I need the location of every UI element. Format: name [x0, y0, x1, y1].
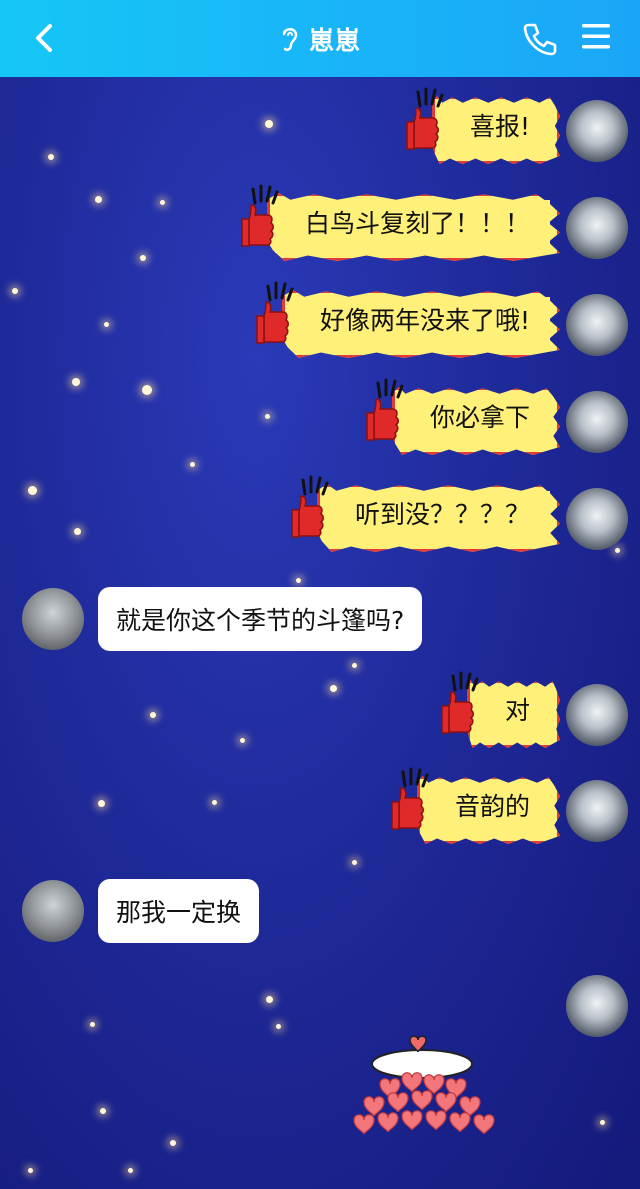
text-message[interactable]: 那我一定换: [98, 879, 260, 943]
avatar[interactable]: [566, 197, 628, 259]
message-row: 好像两年没来了哦!: [254, 281, 628, 364]
sticker-message[interactable]: 白鸟斗复刻了！！！: [239, 184, 560, 267]
message-row: 喜报!: [404, 87, 628, 170]
message-row: 听到没？？？？: [289, 475, 628, 558]
sticker-message[interactable]: 你必拿下: [364, 378, 560, 461]
thumbs-up-icon: [366, 398, 399, 441]
chat-title: 崽崽: [308, 25, 361, 55]
menu-icon[interactable]: [576, 16, 616, 56]
avatar[interactable]: [566, 780, 628, 842]
avatar[interactable]: [566, 488, 628, 550]
thumbs-up-icon: [406, 107, 439, 150]
message-row: 白鸟斗复刻了！！！: [239, 184, 628, 267]
chat-header: 崽崽: [0, 0, 640, 77]
thumbs-up-icon: [391, 787, 424, 830]
thumbs-up-icon: [291, 495, 324, 538]
avatar[interactable]: [566, 684, 628, 746]
message-row: 对: [439, 671, 628, 754]
sticker-text: 好像两年没来了哦!: [319, 306, 530, 335]
avatar[interactable]: [566, 100, 628, 162]
avatar[interactable]: [566, 294, 628, 356]
sticker-text: 白鸟斗复刻了！！！: [304, 209, 530, 238]
message-row: 你必拿下: [364, 378, 628, 461]
avatar[interactable]: [22, 588, 84, 650]
sticker-text: 听到没？？？？: [354, 500, 530, 529]
text-message[interactable]: 就是你这个季节的斗篷吗?: [98, 587, 423, 651]
phone-icon[interactable]: [520, 18, 560, 58]
sticker-message[interactable]: 好像两年没来了哦!: [254, 281, 560, 364]
thumbs-up-icon: [256, 301, 289, 344]
message-row: [566, 975, 628, 1037]
message-row: 那我一定换: [22, 879, 260, 943]
sticker-message[interactable]: 喜报!: [404, 87, 560, 170]
sticker-message[interactable]: 音韵的: [389, 767, 560, 850]
avatar[interactable]: [22, 880, 84, 942]
message-row: 就是你这个季节的斗篷吗?: [22, 587, 423, 651]
thumbs-up-icon: [441, 691, 474, 734]
thumbs-up-icon: [241, 204, 274, 247]
ear-icon: [282, 27, 298, 51]
chat-screen: 崽崽 喜报! 白鸟斗复刻了！！！ 好像两年没来了哦! 你必拿下 听到没？？？？ …: [0, 0, 640, 1189]
avatar[interactable]: [566, 975, 628, 1037]
hearts-pile-sticker[interactable]: [350, 1034, 500, 1144]
sticker-message[interactable]: 对: [439, 671, 560, 754]
avatar[interactable]: [566, 391, 628, 453]
message-row: 音韵的: [389, 767, 628, 850]
sticker-message[interactable]: 听到没？？？？: [289, 475, 560, 558]
